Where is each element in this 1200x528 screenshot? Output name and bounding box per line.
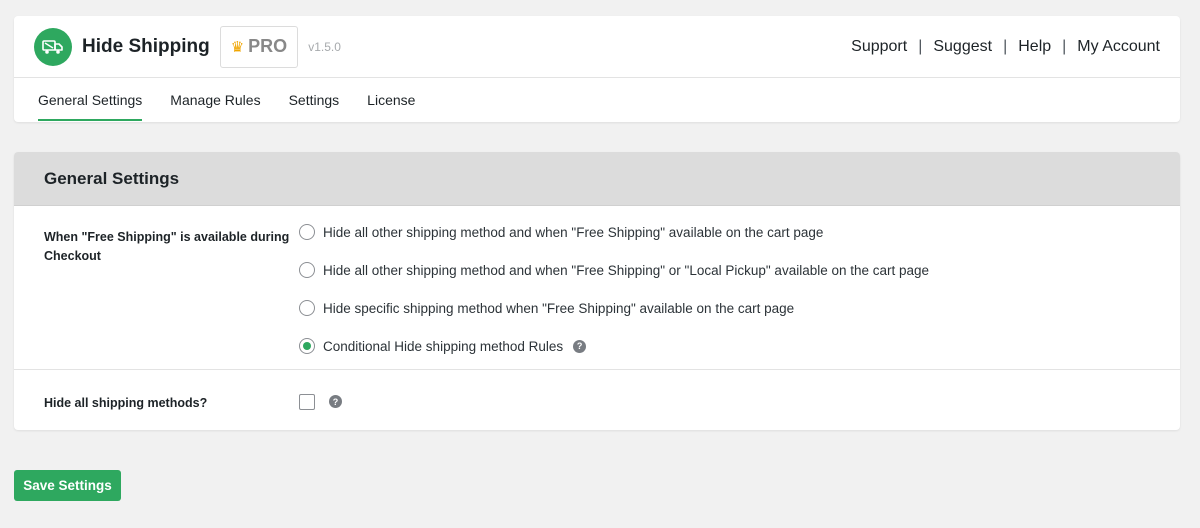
pro-badge-label: PRO [248, 36, 288, 56]
radio-button[interactable] [299, 262, 315, 278]
help-icon[interactable]: ? [573, 339, 587, 353]
radio-button[interactable] [299, 224, 315, 240]
radio-option-label: Conditional Hide shipping method Rules [323, 338, 564, 354]
hide-all-checkbox[interactable] [299, 393, 315, 410]
link-separator: | [1003, 37, 1008, 55]
crown-icon: ♛ [230, 38, 245, 56]
tab-license[interactable]: License [367, 78, 415, 121]
tab-manage-rules[interactable]: Manage Rules [170, 78, 260, 121]
radio-option-conditional-rules[interactable]: Conditional Hide shipping method Rules ? [299, 336, 1180, 356]
save-settings-button[interactable]: Save Settings [14, 470, 121, 501]
radio-option-label: Hide all other shipping method and when … [323, 262, 930, 278]
tab-general-settings[interactable]: General Settings [38, 78, 143, 121]
settings-panel: General Settings When "Free Shipping" is… [14, 152, 1180, 430]
radio-option-hide-all-free-local[interactable]: Hide all other shipping method and when … [299, 260, 1180, 280]
radio-option-label: Hide specific shipping method when "Free… [323, 300, 795, 316]
free-shipping-row: When "Free Shipping" is available during… [14, 206, 1180, 370]
radio-option-hide-specific[interactable]: Hide specific shipping method when "Free… [299, 298, 1180, 318]
free-shipping-options: Hide all other shipping method and when … [299, 206, 1180, 369]
help-icon[interactable]: ? [329, 395, 342, 408]
settings-panel-title: General Settings [14, 152, 1180, 206]
hide-all-label: Hide all shipping methods? [44, 396, 208, 410]
radio-option-label: Hide all other shipping method and when … [323, 224, 824, 240]
pro-badge: ♛ PRO [219, 25, 299, 68]
hide-all-control: ? [299, 370, 1180, 429]
radio-button-checked[interactable] [299, 338, 315, 354]
tab-settings[interactable]: Settings [289, 78, 340, 121]
suggest-link[interactable]: Suggest [933, 38, 992, 56]
radio-button[interactable] [299, 300, 315, 316]
hide-all-row: Hide all shipping methods? ? [14, 370, 1180, 429]
tab-nav: General Settings Manage Rules Settings L… [14, 78, 1180, 121]
top-links: Support | Suggest | Help | My Account [851, 38, 1160, 56]
radio-option-hide-all-free[interactable]: Hide all other shipping method and when … [299, 222, 1180, 242]
my-account-link[interactable]: My Account [1077, 38, 1160, 56]
free-shipping-label: When "Free Shipping" is available during… [44, 230, 290, 263]
header-top-bar: Hide Shipping ♛ PRO v1.5.0 Support | Sug… [14, 16, 1180, 78]
link-separator: | [918, 37, 923, 55]
support-link[interactable]: Support [851, 38, 907, 56]
version-label: v1.5.0 [308, 39, 341, 54]
truck-icon [34, 27, 72, 66]
help-link[interactable]: Help [1018, 38, 1051, 56]
link-separator: | [1062, 37, 1067, 55]
app-title: Hide Shipping [82, 35, 210, 57]
plugin-header: Hide Shipping ♛ PRO v1.5.0 Support | Sug… [14, 16, 1180, 122]
